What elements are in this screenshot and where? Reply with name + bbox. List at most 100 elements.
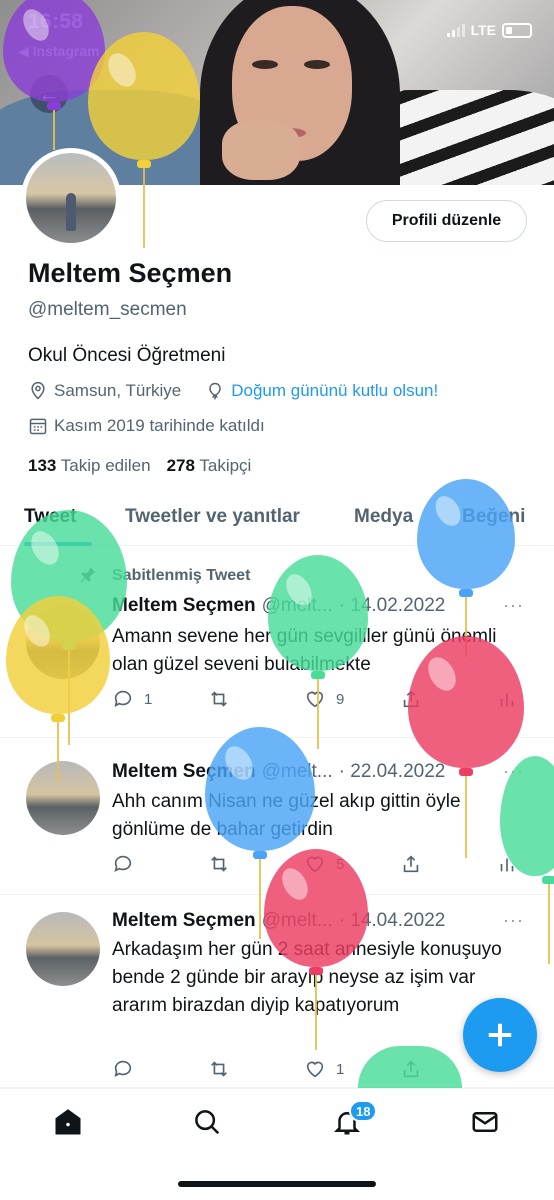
profile-meta-row: Samsun, Türkiye Doğum gününü kutlu olsun… — [28, 381, 438, 401]
back-arrow-icon[interactable]: ← — [30, 75, 68, 113]
location-text: Samsun, Türkiye — [54, 381, 182, 400]
tweet-more-button[interactable]: ··· — [503, 595, 524, 616]
reply-button[interactable] — [112, 853, 144, 875]
tweet-actions: 5 — [112, 853, 522, 877]
analytics-button[interactable] — [496, 688, 518, 710]
share-icon — [403, 1060, 419, 1078]
retweet-icon — [211, 691, 227, 707]
like-icon — [306, 691, 324, 708]
share-button[interactable] — [400, 1058, 422, 1080]
nav-messages[interactable] — [470, 1107, 504, 1141]
tweet-item[interactable]: Meltem Seçmen @melt... · 14.04.2022 ··· … — [0, 896, 554, 1088]
location-icon — [31, 381, 45, 400]
reply-count: 1 — [144, 690, 153, 708]
home-indicator[interactable] — [178, 1181, 376, 1187]
like-count: 1 — [336, 1060, 345, 1078]
tweet-avatar[interactable] — [26, 912, 100, 986]
retweet-button[interactable] — [208, 853, 240, 875]
like-icon — [306, 1061, 324, 1078]
tab-media[interactable]: Medya — [354, 506, 413, 528]
reply-icon — [114, 690, 132, 707]
nav-search[interactable] — [192, 1107, 226, 1141]
birthday-link[interactable]: Doğum gününü kutlu olsun! — [231, 381, 438, 401]
banner-eye — [304, 60, 330, 69]
tweet-text: Ahh canım Nisan ne güzel akıp gittin öyl… — [112, 791, 461, 840]
tweet-header: Meltem Seçmen @melt... · 22.04.2022 — [112, 761, 445, 783]
user-handle: @meltem_secmen — [28, 299, 187, 320]
pinned-label: Sabitlenmiş Tweet — [112, 567, 251, 584]
compose-tweet-button[interactable] — [463, 998, 537, 1072]
joined-row: Kasım 2019 tarihinde katıldı — [28, 416, 265, 436]
tweet-more-button[interactable]: ··· — [503, 910, 524, 931]
search-icon — [195, 1110, 220, 1135]
nav-home[interactable] — [53, 1107, 87, 1141]
analytics-icon — [500, 858, 514, 872]
retweet-button[interactable] — [208, 688, 240, 710]
tweet-date: · 22.04.2022 — [338, 761, 446, 782]
tab-tweets[interactable]: Tweet — [24, 506, 76, 528]
edit-profile-button[interactable]: Profili düzenle — [366, 200, 527, 242]
tab-tweets-and-replies[interactable]: Tweetler ve yanıtlar — [125, 506, 300, 528]
display-name: Meltem Seçmen — [28, 258, 233, 288]
tweet-author[interactable]: Meltem Seçmen — [112, 761, 256, 783]
followers-link[interactable]: 278 Takipçi — [167, 456, 252, 476]
balloon-icon — [209, 382, 221, 400]
tweet-item[interactable]: Sabitlenmiş Tweet Meltem Seçmen @melt...… — [0, 547, 554, 738]
compose-plus-icon — [488, 1023, 512, 1047]
like-button[interactable]: 9 — [304, 688, 344, 710]
share-icon — [403, 855, 419, 873]
status-time: 16:58 — [28, 10, 84, 33]
retweet-icon — [211, 1061, 227, 1077]
status-indicators: LTE — [446, 22, 532, 38]
tweet-avatar[interactable] — [26, 605, 100, 679]
battery-icon — [502, 22, 532, 38]
reply-button[interactable] — [112, 1058, 144, 1080]
banner-hand — [222, 120, 300, 180]
analytics-icon — [500, 693, 514, 707]
following-link[interactable]: 133 Takip edilen — [28, 456, 151, 476]
tweet-author[interactable]: Meltem Seçmen — [112, 910, 256, 932]
avatar-figure — [66, 193, 76, 231]
share-button[interactable] — [400, 688, 422, 710]
back-to-app-link[interactable]: ◀ Instagram — [18, 43, 100, 60]
pin-icon — [78, 565, 98, 590]
banner-eye — [252, 60, 278, 69]
like-button[interactable]: 1 — [304, 1058, 344, 1080]
signal-icon — [446, 23, 465, 37]
tweet-actions: 1 9 — [112, 688, 522, 712]
like-count: 9 — [336, 690, 345, 708]
reply-button[interactable]: 1 — [112, 688, 152, 710]
tweet-handle: @melt... — [261, 910, 333, 931]
following-label: Takip edilen — [60, 456, 151, 475]
like-button[interactable]: 5 — [304, 853, 344, 875]
tweet-text: Arkadaşım her gün 2 saat annesiyle konuş… — [112, 939, 502, 1016]
profile-avatar[interactable] — [21, 148, 121, 248]
tweet-date: · 14.02.2022 — [338, 595, 446, 616]
tweet-handle: @melt... — [261, 595, 333, 616]
followers-label: Takipçi — [199, 456, 252, 475]
like-icon — [306, 856, 324, 873]
followers-count: 278 — [166, 456, 195, 475]
like-count: 5 — [336, 855, 345, 873]
tweet-header: Meltem Seçmen @melt... · 14.02.2022 — [112, 595, 445, 617]
tweet-date: · 14.04.2022 — [338, 910, 446, 931]
tweet-header: Meltem Seçmen @melt... · 14.04.2022 — [112, 910, 445, 932]
share-button[interactable] — [400, 853, 422, 875]
reply-icon — [114, 855, 132, 872]
tweet-item[interactable]: Meltem Seçmen @melt... · 22.04.2022 ··· … — [0, 739, 554, 895]
tweet-more-button[interactable]: ··· — [503, 761, 524, 782]
following-count: 133 — [28, 456, 57, 475]
home-icon — [55, 1109, 81, 1135]
profile-tabs: Tweet Tweetler ve yanıtlar Medya Beğeni — [0, 496, 554, 546]
joined-text: Kasım 2019 tarihinde katıldı — [54, 416, 265, 435]
mail-icon — [472, 1112, 498, 1132]
tweet-avatar[interactable] — [26, 761, 100, 835]
reply-icon — [114, 1060, 132, 1077]
tweet-handle: @melt... — [261, 761, 333, 782]
network-label: LTE — [470, 22, 496, 38]
tab-likes[interactable]: Beğeni — [462, 506, 525, 528]
follow-stats: 133 Takip edilen 278 Takipçi — [28, 456, 251, 476]
retweet-button[interactable] — [208, 1058, 240, 1080]
tweet-author[interactable]: Meltem Seçmen — [112, 595, 256, 617]
analytics-button[interactable] — [496, 853, 518, 875]
